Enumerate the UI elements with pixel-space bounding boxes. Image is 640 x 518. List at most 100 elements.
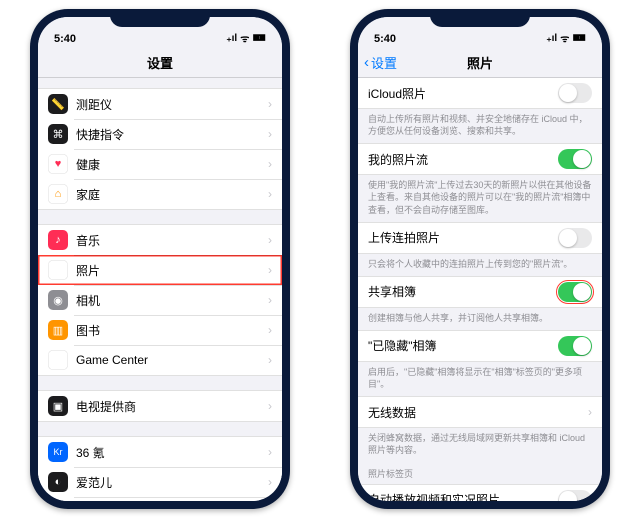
- chevron-right-icon: ›: [268, 293, 272, 307]
- row-label: 36 氪: [76, 444, 268, 461]
- measure-icon: 📏: [48, 94, 68, 114]
- chevron-right-icon: ›: [268, 263, 272, 277]
- group-utilities: 📏 测距仪 › ⌘ 快捷指令 › ♥ 健康 › ⌂ 家庭 ›: [38, 88, 282, 210]
- row-label: 音乐: [76, 232, 268, 249]
- row-gamecenter[interactable]: ✦ Game Center ›: [38, 345, 282, 375]
- group-apps: Kr 36 氪 › ◐ 爱范儿 › 🐾 百度 ›: [38, 436, 282, 501]
- row-books[interactable]: ▥ 图书 ›: [38, 315, 282, 345]
- row-label: 图书: [76, 322, 268, 339]
- nav-bar: 设置: [38, 47, 282, 78]
- chevron-right-icon: ›: [268, 399, 272, 413]
- row-burst-upload[interactable]: 上传连拍照片: [358, 223, 602, 253]
- chevron-right-icon: ›: [268, 157, 272, 171]
- row-ifanr[interactable]: ◐ 爱范儿 ›: [38, 467, 282, 497]
- toggle-my-photo-stream[interactable]: [558, 149, 592, 169]
- setting-label: 我的照片流: [368, 151, 558, 168]
- gamecenter-icon: ✦: [48, 350, 68, 370]
- row-label: 照片: [76, 262, 268, 279]
- phone-left: 5:40 ₊ıl ᯤ 🀰 设置 📏 测距仪 › ⌘ 快捷指令 ›: [30, 9, 290, 509]
- tv-icon: ▣: [48, 396, 68, 416]
- chevron-right-icon: ›: [268, 475, 272, 489]
- toggle-autoplay[interactable]: [558, 490, 592, 501]
- row-36kr[interactable]: Kr 36 氪 ›: [38, 437, 282, 467]
- phone-right: 5:40 ₊ıl ᯤ 🀰 ‹ 设置 照片 iCloud照片 自动上传所有照片和视…: [350, 9, 610, 509]
- section-label-tabs: 照片标签页: [358, 463, 602, 484]
- setting-label: 自动播放视频和实况照片: [368, 491, 558, 501]
- desc-burst: 只会将个人收藏中的连拍照片上传到您的"照片流"。: [358, 254, 602, 276]
- back-label: 设置: [371, 53, 397, 72]
- chevron-right-icon: ›: [268, 187, 272, 201]
- row-camera[interactable]: ◉ 相机 ›: [38, 285, 282, 315]
- row-home[interactable]: ⌂ 家庭 ›: [38, 179, 282, 209]
- group-media: ♪ 音乐 › 🏵 照片 › ◉ 相机 › ▥ 图书 ›: [38, 224, 282, 376]
- block-cellular: 无线数据 ›: [358, 396, 602, 428]
- toggle-hidden-album[interactable]: [558, 336, 592, 356]
- toggle-icloud-photos[interactable]: [558, 83, 592, 103]
- desc-icloud: 自动上传所有照片和视频、并安全地储存在 iCloud 中，方便您从任何设备浏览、…: [358, 109, 602, 143]
- photos-settings-list[interactable]: iCloud照片 自动上传所有照片和视频、并安全地储存在 iCloud 中，方便…: [358, 78, 602, 501]
- group-tvprovider: ▣ 电视提供商 ›: [38, 390, 282, 422]
- app-icon-ifanr: ◐: [48, 472, 68, 492]
- row-label: 电视提供商: [76, 398, 268, 415]
- wifi-icon: ᯤ: [240, 31, 249, 45]
- row-hidden-album[interactable]: "已隐藏"相簿: [358, 331, 602, 361]
- status-time: 5:40: [54, 33, 76, 45]
- back-button[interactable]: ‹ 设置: [364, 53, 397, 72]
- block-autoplay: 自动播放视频和实况照片: [358, 484, 602, 501]
- shortcuts-icon: ⌘: [48, 124, 68, 144]
- chevron-right-icon: ›: [268, 445, 272, 459]
- block-hidden: "已隐藏"相簿: [358, 330, 602, 362]
- row-label: 爱范儿: [76, 474, 268, 491]
- row-label: Game Center: [76, 353, 268, 367]
- camera-icon: ◉: [48, 290, 68, 310]
- row-shortcuts[interactable]: ⌘ 快捷指令 ›: [38, 119, 282, 149]
- row-label: 相机: [76, 292, 268, 309]
- home-icon: ⌂: [48, 184, 68, 204]
- music-icon: ♪: [48, 230, 68, 250]
- row-measure[interactable]: 📏 测距仪 ›: [38, 89, 282, 119]
- toggle-burst-upload[interactable]: [558, 228, 592, 248]
- settings-list[interactable]: 📏 测距仪 › ⌘ 快捷指令 › ♥ 健康 › ⌂ 家庭 ›: [38, 78, 282, 501]
- chevron-right-icon: ›: [268, 97, 272, 111]
- row-label: 测距仪: [76, 96, 268, 113]
- nav-title: 设置: [147, 53, 173, 72]
- notch: [430, 9, 530, 27]
- setting-label: "已隐藏"相簿: [368, 337, 558, 354]
- row-shared-albums[interactable]: 共享相簿: [358, 277, 602, 307]
- screen-photos-settings: 5:40 ₊ıl ᯤ 🀰 ‹ 设置 照片 iCloud照片 自动上传所有照片和视…: [358, 17, 602, 501]
- screen-settings: 5:40 ₊ıl ᯤ 🀰 设置 📏 测距仪 › ⌘ 快捷指令 ›: [38, 17, 282, 501]
- block-shared: 共享相簿: [358, 276, 602, 308]
- row-music[interactable]: ♪ 音乐 ›: [38, 225, 282, 255]
- row-autoplay[interactable]: 自动播放视频和实况照片: [358, 485, 602, 501]
- photos-icon: 🏵: [48, 260, 68, 280]
- row-health[interactable]: ♥ 健康 ›: [38, 149, 282, 179]
- desc-hidden: 启用后，"已隐藏"相簿将显示在"相簿"标签页的"更多项目"。: [358, 362, 602, 396]
- notch: [110, 9, 210, 27]
- desc-shared: 创建相簿与他人共享，并订阅他人共享相簿。: [358, 308, 602, 330]
- row-photos[interactable]: 🏵 照片 ›: [38, 255, 282, 285]
- chevron-right-icon: ›: [268, 233, 272, 247]
- status-indicators: ₊ıl ᯤ 🀰: [546, 31, 586, 45]
- row-my-photo-stream[interactable]: 我的照片流: [358, 144, 602, 174]
- chevron-right-icon: ›: [268, 323, 272, 337]
- block-mystream: 我的照片流: [358, 143, 602, 175]
- toggle-shared-albums[interactable]: [558, 282, 592, 302]
- block-burst: 上传连拍照片: [358, 222, 602, 254]
- status-time: 5:40: [374, 33, 396, 45]
- setting-label: 共享相簿: [368, 283, 558, 300]
- row-cellular-data[interactable]: 无线数据 ›: [358, 397, 602, 427]
- nav-bar: ‹ 设置 照片: [358, 47, 602, 78]
- chevron-right-icon: ›: [268, 127, 272, 141]
- row-baidu[interactable]: 🐾 百度 ›: [38, 497, 282, 501]
- chevron-left-icon: ‹: [364, 54, 369, 71]
- row-tvprovider[interactable]: ▣ 电视提供商 ›: [38, 391, 282, 421]
- battery-icon: 🀰: [572, 33, 586, 44]
- nav-title: 照片: [467, 53, 493, 72]
- battery-icon: 🀰: [252, 33, 266, 44]
- chevron-right-icon: ›: [268, 353, 272, 367]
- desc-cellular: 关闭蜂窝数据，通过无线局域网更新共享相簿和 iCloud 照片等内容。: [358, 428, 602, 462]
- row-icloud-photos[interactable]: iCloud照片: [358, 78, 602, 108]
- status-indicators: ₊ıl ᯤ 🀰: [226, 31, 266, 45]
- chevron-right-icon: ›: [588, 405, 592, 419]
- signal-icon: ₊ıl: [226, 33, 237, 44]
